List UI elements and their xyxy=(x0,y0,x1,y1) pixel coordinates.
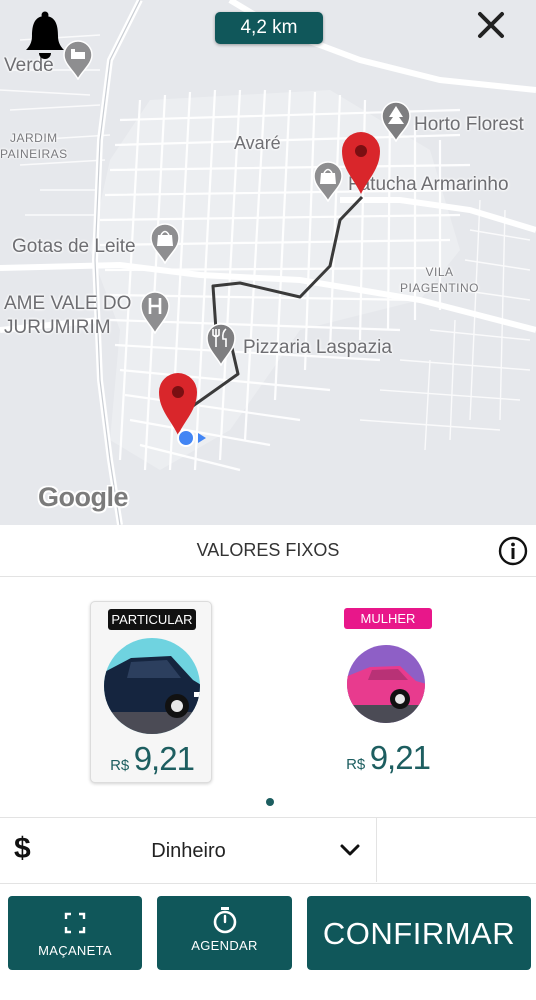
origin-pin-icon[interactable] xyxy=(158,372,198,436)
map-label-horto: Horto Florest xyxy=(414,114,524,135)
fare-title: VALORES FIXOS xyxy=(196,540,340,560)
payment-row: $ Dinheiro xyxy=(0,817,536,884)
macaneta-label: MAÇANETA xyxy=(38,943,112,958)
category-badge: PARTICULAR xyxy=(108,609,196,630)
info-icon[interactable] xyxy=(498,536,528,566)
park-poi-icon[interactable] xyxy=(381,100,411,142)
price-display: R$ 9,21 xyxy=(327,739,449,777)
shop-poi-icon[interactable] xyxy=(150,222,180,264)
map-label-ame-vale: AME VALE DO JURUMIRIM xyxy=(4,293,132,338)
restaurant-poi-icon[interactable] xyxy=(206,322,236,366)
payment-extra-field[interactable] xyxy=(378,818,536,882)
car-icon xyxy=(347,645,425,723)
destination-pin-icon[interactable] xyxy=(341,131,381,195)
map-label-vila-piagentino: VILA PIAGENTINO xyxy=(400,265,480,295)
stopwatch-icon xyxy=(213,907,236,934)
map-label-avare: Avaré xyxy=(234,133,281,153)
route-map[interactable]: Verde JARDIM PAINEIRAS Avaré Horto Flore… xyxy=(0,0,536,525)
hospital-poi-icon[interactable] xyxy=(140,290,170,334)
payment-method-label: Dinheiro xyxy=(151,840,226,862)
price-value: 9,21 xyxy=(369,739,431,776)
pager-dot xyxy=(266,798,274,806)
fare-header: VALORES FIXOS xyxy=(0,525,536,577)
payment-method-select[interactable]: $ Dinheiro xyxy=(0,818,377,882)
map-label-gotas-de-leite: Gotas de Leite xyxy=(12,236,136,257)
agendar-button[interactable]: AGENDAR xyxy=(157,896,292,970)
currency-label: R$ xyxy=(346,756,366,773)
macaneta-button[interactable]: MAÇANETA xyxy=(8,896,142,970)
map-label-jardim-paineiras: JARDIM PAINEIRAS xyxy=(0,131,68,161)
current-location-icon xyxy=(177,429,206,447)
vehicle-option-mulher[interactable]: MULHER R$ 9,21 xyxy=(327,601,449,783)
agendar-label: AGENDAR xyxy=(191,938,258,953)
bell-icon[interactable] xyxy=(24,10,66,60)
currency-label: R$ xyxy=(110,757,130,774)
distance-badge: 4,2 km xyxy=(215,12,323,44)
price-value: 9,21 xyxy=(133,740,195,777)
chevron-down-icon xyxy=(340,844,360,856)
google-attribution-logo: Google xyxy=(38,482,129,512)
category-badge: MULHER xyxy=(344,608,432,629)
vehicle-option-particular[interactable]: PARTICULAR R$ 9,21 xyxy=(90,601,212,783)
expand-icon xyxy=(64,912,86,934)
confirm-button[interactable]: CONFIRMAR xyxy=(307,896,531,970)
close-icon[interactable] xyxy=(474,8,508,42)
shopping-poi-icon[interactable] xyxy=(313,160,343,202)
hotel-poi-icon[interactable] xyxy=(63,40,93,80)
confirm-label: CONFIRMAR xyxy=(322,916,516,951)
car-icon xyxy=(104,638,200,734)
price-display: R$ 9,21 xyxy=(91,740,213,778)
map-label-pizzaria: Pizzaria Laspazia xyxy=(243,337,392,358)
